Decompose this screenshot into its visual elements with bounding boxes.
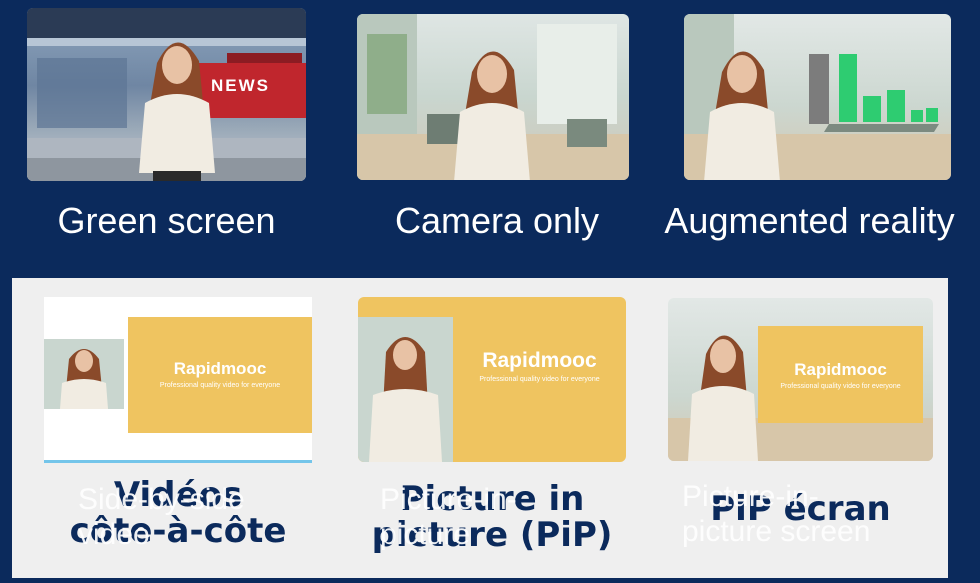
augmented-reality-thumbnail[interactable] (684, 14, 951, 180)
side-by-side-title-en: Side-by-side video (78, 483, 245, 551)
presenter-figure (454, 51, 530, 180)
picture-in-picture-thumbnail[interactable]: Rapidmooc Professional quality video for… (358, 297, 626, 462)
presenter-video-box (358, 317, 453, 462)
presenter-video-box (44, 339, 124, 409)
picture-in-picture-title-en: Picture-in- picture (380, 483, 517, 551)
ar-bar-chart (824, 54, 939, 132)
presenter-figure (688, 335, 758, 461)
green-screen-label: Green screen (57, 200, 276, 241)
rapidmooc-logo: Rapidmooc Professional quality video for… (479, 349, 600, 383)
pip-screen-thumbnail[interactable]: Rapidmooc Professional quality video for… (668, 298, 933, 461)
green-screen-thumbnail[interactable]: NEWS (27, 8, 306, 181)
side-by-side-thumbnail[interactable]: Rapidmooc Professional quality video for… (44, 297, 312, 460)
presenter-figure (139, 42, 215, 181)
side-by-side-underline (44, 460, 312, 463)
pip-screen-title-en: Picture-in- picture screen (682, 480, 871, 548)
camera-only-thumbnail[interactable] (357, 14, 629, 180)
augmented-reality-label: Augmented reality (664, 200, 955, 241)
rapidmooc-logo: Rapidmooc Professional quality video for… (780, 360, 901, 390)
camera-only-label: Camera only (394, 200, 600, 241)
rapidmooc-logo: Rapidmooc Professional quality video for… (159, 359, 281, 389)
presenter-figure (704, 51, 780, 180)
